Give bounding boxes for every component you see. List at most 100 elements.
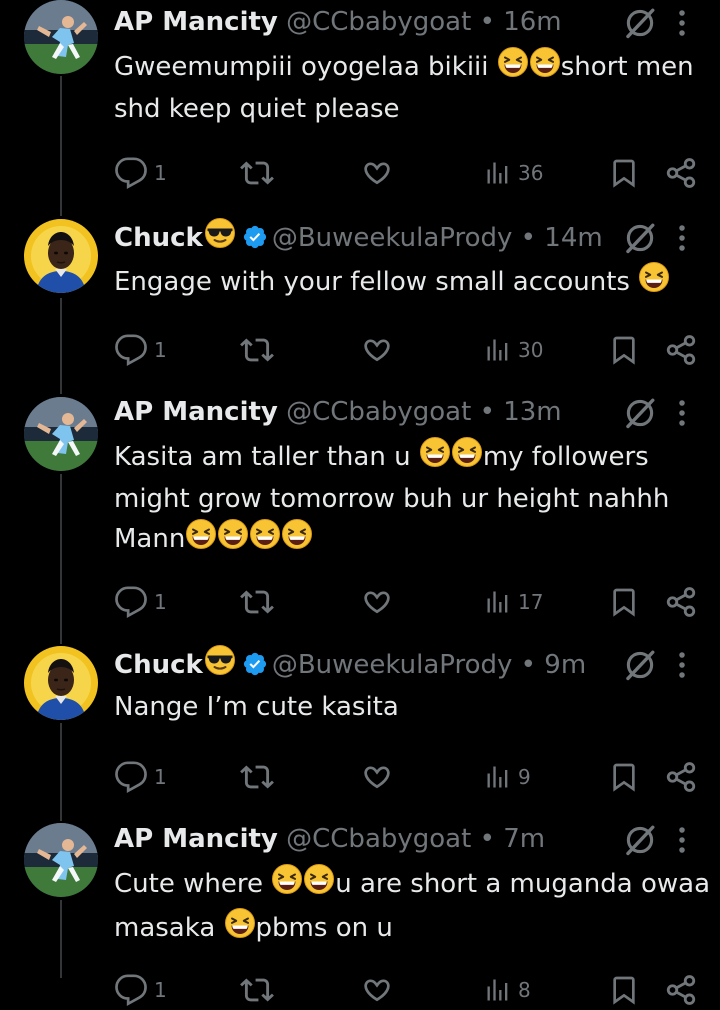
bookmark-icon (608, 156, 640, 190)
views-button[interactable]: 9 (484, 757, 531, 797)
bookmark-icon (608, 973, 640, 1007)
retweet-button[interactable] (240, 757, 274, 797)
retweet-button[interactable] (240, 153, 274, 193)
bookmark-button[interactable] (608, 330, 640, 370)
more-icon[interactable] (673, 8, 691, 38)
tweet-header: Chuck @BuweekulaPrody • 14m (114, 217, 603, 257)
tweet-text-segment: short men (560, 52, 694, 82)
grok-icon[interactable] (623, 648, 657, 682)
like-icon (360, 333, 394, 367)
share-icon (664, 585, 698, 619)
more-icon[interactable] (673, 825, 691, 855)
username-handle[interactable]: @CCbabygoat (286, 824, 471, 854)
tweet-text-segment: shd keep quiet please (114, 93, 400, 124)
share-button[interactable] (664, 582, 698, 622)
tweet-text-line: Cute where u are short a muganda owaa (114, 863, 710, 907)
views-icon (484, 335, 512, 365)
separator-dot: • (512, 650, 545, 680)
avatar[interactable] (24, 646, 98, 720)
username-handle[interactable]: @CCbabygoat (286, 7, 471, 37)
reply-button[interactable]: 1 (114, 970, 167, 1010)
action-bar: 1 36 (114, 153, 704, 193)
views-button[interactable]: 36 (484, 153, 543, 193)
retweet-icon (240, 156, 274, 190)
more-icon[interactable] (673, 223, 691, 253)
sunglasses-emoji (204, 644, 236, 688)
share-button[interactable] (664, 970, 698, 1010)
display-name[interactable]: AP Mancity (114, 7, 278, 37)
views-count: 30 (518, 337, 544, 362)
verified-badge-icon (242, 649, 268, 676)
tweet-text-line: Nange I’m cute kasita (114, 688, 399, 727)
display-name[interactable]: Chuck (114, 650, 203, 680)
grinning-squinting-emoji (249, 518, 281, 562)
tweet-header: AP Mancity @CCbabygoat • 13m (114, 392, 562, 432)
like-button[interactable] (360, 330, 394, 370)
bookmark-button[interactable] (608, 153, 640, 193)
reply-button[interactable]: 1 (114, 330, 167, 370)
bookmark-button[interactable] (608, 582, 640, 622)
bookmark-button[interactable] (608, 757, 640, 797)
avatar[interactable] (24, 219, 98, 293)
username-handle[interactable]: @CCbabygoat (286, 397, 471, 427)
username-handle[interactable]: @BuweekulaPrody (272, 650, 513, 680)
reply-button[interactable]: 1 (114, 757, 167, 797)
like-button[interactable] (360, 153, 394, 193)
views-count: 9 (518, 764, 531, 789)
reply-icon (114, 585, 148, 619)
retweet-button[interactable] (240, 970, 274, 1010)
grok-icon[interactable] (623, 6, 657, 40)
retweet-button[interactable] (240, 582, 274, 622)
tweet-header: AP Mancity @CCbabygoat • 7m (114, 819, 545, 859)
like-icon (360, 585, 394, 619)
tweet-text: Nange I’m cute kasita (114, 688, 399, 727)
timestamp[interactable]: 14m (544, 223, 602, 253)
timestamp[interactable]: 9m (544, 650, 586, 680)
views-button[interactable]: 17 (484, 582, 543, 622)
grinning-squinting-emoji (271, 863, 303, 907)
grok-icon[interactable] (623, 221, 657, 255)
tweet-header: AP Mancity @CCbabygoat • 16m (114, 2, 562, 42)
tweet-text: Kasita am taller than u my followers migh… (114, 436, 669, 562)
tweet-text: Engage with your fellow small accounts (114, 261, 670, 305)
avatar[interactable] (24, 0, 98, 74)
grinning-squinting-emoji (529, 46, 561, 90)
bookmark-button[interactable] (608, 970, 640, 1010)
like-button[interactable] (360, 582, 394, 622)
grok-icon[interactable] (623, 396, 657, 430)
share-button[interactable] (664, 757, 698, 797)
avatar[interactable] (24, 823, 98, 897)
grinning-squinting-emoji (497, 46, 529, 90)
more-icon[interactable] (673, 650, 691, 680)
like-button[interactable] (360, 970, 394, 1010)
reply-button[interactable]: 1 (114, 153, 167, 193)
views-icon (484, 762, 512, 792)
more-icon[interactable] (673, 398, 691, 428)
tweet-header: Chuck @BuweekulaPrody • 9m (114, 644, 586, 684)
display-name[interactable]: AP Mancity (114, 824, 278, 854)
timestamp[interactable]: 13m (503, 397, 561, 427)
bookmark-icon (608, 760, 640, 794)
timestamp[interactable]: 7m (503, 824, 545, 854)
avatar[interactable] (24, 397, 98, 471)
retweet-button[interactable] (240, 330, 274, 370)
share-icon (664, 156, 698, 190)
views-count: 36 (518, 161, 544, 185)
grinning-squinting-emoji (419, 436, 451, 480)
share-button[interactable] (664, 153, 698, 193)
display-name[interactable]: AP Mancity (114, 397, 278, 427)
bookmark-icon (608, 585, 640, 619)
views-button[interactable]: 8 (484, 970, 531, 1010)
like-button[interactable] (360, 757, 394, 797)
share-button[interactable] (664, 330, 698, 370)
tweet-text-segment: u are short a muganda owaa (335, 869, 711, 899)
views-button[interactable]: 30 (484, 330, 543, 370)
username-handle[interactable]: @BuweekulaPrody (272, 223, 513, 253)
reply-count: 1 (154, 161, 167, 185)
grok-icon[interactable] (623, 823, 657, 857)
reply-button[interactable]: 1 (114, 582, 167, 622)
display-name[interactable]: Chuck (114, 223, 203, 253)
tweet-text-line: Kasita am taller than u my followers (114, 436, 669, 480)
timestamp[interactable]: 16m (503, 7, 561, 37)
thread-connector-line (60, 900, 62, 978)
